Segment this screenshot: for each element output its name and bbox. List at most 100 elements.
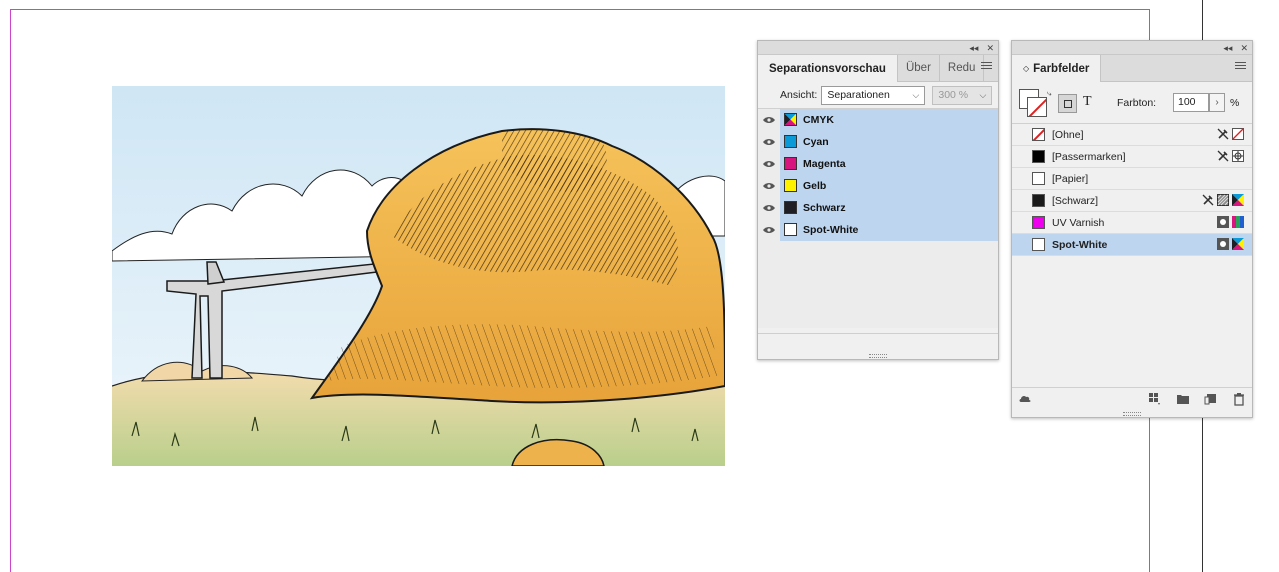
separation-name: Magenta — [803, 157, 846, 170]
swatch-chip — [1032, 172, 1045, 185]
formatting-container-button[interactable] — [1058, 94, 1077, 113]
zoom-select-value: 300 % — [938, 89, 969, 101]
separation-swatch — [784, 223, 797, 236]
swatch-chip — [1032, 216, 1045, 229]
swatch-row[interactable]: [Papier] — [1012, 168, 1252, 190]
formatting-text-button[interactable]: T — [1083, 94, 1092, 110]
trash-icon[interactable] — [1232, 392, 1246, 406]
tab-reduction[interactable]: Redu — [940, 55, 985, 81]
cmyk-icon — [784, 113, 797, 126]
separation-swatch — [784, 179, 797, 192]
no-edit-icon — [1217, 150, 1229, 162]
swatch-chip — [1032, 150, 1045, 163]
resize-grip-icon[interactable] — [869, 354, 887, 358]
separation-content: Spot-White — [780, 218, 998, 241]
panel-menu-icon[interactable] — [981, 62, 992, 71]
separation-name: Cyan — [803, 135, 829, 148]
separation-row[interactable]: Magenta — [758, 152, 998, 175]
new-color-group-icon[interactable] — [1176, 392, 1190, 406]
rock-landscape-image — [112, 86, 725, 466]
stroke-box[interactable] — [1027, 97, 1047, 117]
swatch-name: [Papier] — [1052, 172, 1089, 185]
panel-tab-row: ◇ Farbfelder — [1012, 55, 1252, 82]
separations-list: CMYK Cyan Magenta Gelb Schwarz Spot-White — [758, 108, 998, 328]
separation-row[interactable]: Cyan — [758, 130, 998, 153]
view-select-value: Separationen — [827, 89, 890, 101]
tab-swatches[interactable]: ◇ Farbfelder — [1012, 55, 1102, 82]
swatch-chip — [1032, 238, 1045, 251]
separation-row[interactable]: CMYK — [758, 108, 998, 131]
separation-name: CMYK — [803, 113, 834, 126]
swatch-row[interactable]: Spot-White — [1012, 234, 1252, 256]
collapse-panel-icon[interactable]: ◂◂ — [1223, 43, 1232, 53]
page-guide-left — [10, 9, 11, 572]
separation-content: Gelb — [780, 174, 998, 197]
new-swatch-icon[interactable] — [1204, 392, 1218, 406]
spot-icon — [1217, 216, 1229, 228]
swatches-list: [Ohne] [Passermarken] [Papier] [Schwarz] UV … — [1012, 123, 1252, 378]
placed-illustration[interactable] — [112, 86, 725, 466]
tab-swatches-label: Farbfelder — [1033, 62, 1090, 75]
eye-icon[interactable] — [758, 218, 780, 241]
separation-row[interactable]: Schwarz — [758, 196, 998, 219]
separation-content: Magenta — [780, 152, 998, 175]
spot-lab-icon — [1232, 216, 1244, 228]
swatch-name: [Passermarken] — [1052, 150, 1126, 163]
eye-icon[interactable] — [758, 130, 780, 153]
eye-icon[interactable] — [758, 196, 780, 219]
tint-slider-toggle[interactable]: › — [1209, 93, 1225, 112]
no-edit-icon — [1217, 128, 1229, 140]
show-swatch-types-icon[interactable] — [1148, 392, 1162, 406]
view-select[interactable]: Separationen ⌵ — [821, 85, 926, 105]
swatch-chip — [1032, 194, 1045, 207]
swatch-row[interactable]: [Ohne] — [1012, 124, 1252, 146]
chevron-down-icon: ⌵ — [912, 89, 920, 100]
swatch-row[interactable]: UV Varnish — [1012, 212, 1252, 234]
eye-icon[interactable] — [758, 174, 780, 197]
separation-swatch — [784, 135, 797, 148]
resize-grip-icon[interactable] — [1123, 412, 1141, 416]
tint-unit: % — [1230, 97, 1240, 109]
separation-name: Spot-White — [803, 223, 859, 236]
fill-stroke-widget[interactable]: ⤷ — [1019, 89, 1051, 119]
swap-fill-stroke-icon[interactable]: ⤷ — [1047, 89, 1051, 99]
swatch-type-icons — [1217, 238, 1244, 250]
eye-icon[interactable] — [758, 108, 780, 131]
panel-topbar: ◂◂ ✕ — [1012, 41, 1252, 55]
cc-library-icon[interactable] — [1018, 392, 1032, 406]
registration-icon — [1232, 150, 1244, 162]
swatch-row[interactable]: [Passermarken] — [1012, 146, 1252, 168]
separation-swatch — [784, 157, 797, 170]
separations-preview-panel: ◂◂ ✕ Separationsvorschau Über Redu Ansic… — [757, 40, 999, 360]
separation-row[interactable]: Gelb — [758, 174, 998, 197]
swatch-row[interactable]: [Schwarz] — [1012, 190, 1252, 212]
cmyk-icon — [1232, 238, 1244, 250]
swatch-name: [Schwarz] — [1052, 194, 1099, 207]
tab-separations-preview[interactable]: Separationsvorschau — [758, 55, 898, 82]
page-guide-top — [10, 9, 1150, 10]
tint-input[interactable]: 100 — [1173, 93, 1209, 112]
swatch-type-icons — [1202, 194, 1244, 206]
swatch-type-icons — [1217, 216, 1244, 228]
close-panel-icon[interactable]: ✕ — [986, 43, 994, 53]
swatch-controls: ⤷ T Farbton: 100 › % — [1012, 82, 1252, 122]
zoom-select[interactable]: 300 % ⌵ — [932, 85, 993, 105]
collapse-panel-icon[interactable]: ◂◂ — [969, 43, 978, 53]
separation-swatch — [784, 201, 797, 214]
tab-overprint[interactable]: Über — [898, 55, 940, 81]
separation-content: Schwarz — [780, 196, 998, 219]
eye-icon[interactable] — [758, 152, 780, 175]
swatches-footer — [1012, 387, 1252, 409]
expand-arrows-icon: ◇ — [1023, 64, 1030, 73]
separation-name: Schwarz — [803, 201, 846, 214]
none-color-icon — [1232, 128, 1244, 140]
swatches-panel: ◂◂ ✕ ◇ Farbfelder ⤷ T Farbton: 100 › % [… — [1011, 40, 1253, 418]
separation-row[interactable]: Spot-White — [758, 218, 998, 241]
swatch-type-icons — [1217, 150, 1244, 162]
separation-content: CMYK — [780, 108, 998, 131]
swatch-name: Spot-White — [1052, 238, 1108, 251]
close-panel-icon[interactable]: ✕ — [1240, 43, 1248, 53]
panel-menu-icon[interactable] — [1235, 62, 1246, 71]
swatch-name: [Ohne] — [1052, 128, 1084, 141]
swatch-type-icons — [1217, 128, 1244, 140]
